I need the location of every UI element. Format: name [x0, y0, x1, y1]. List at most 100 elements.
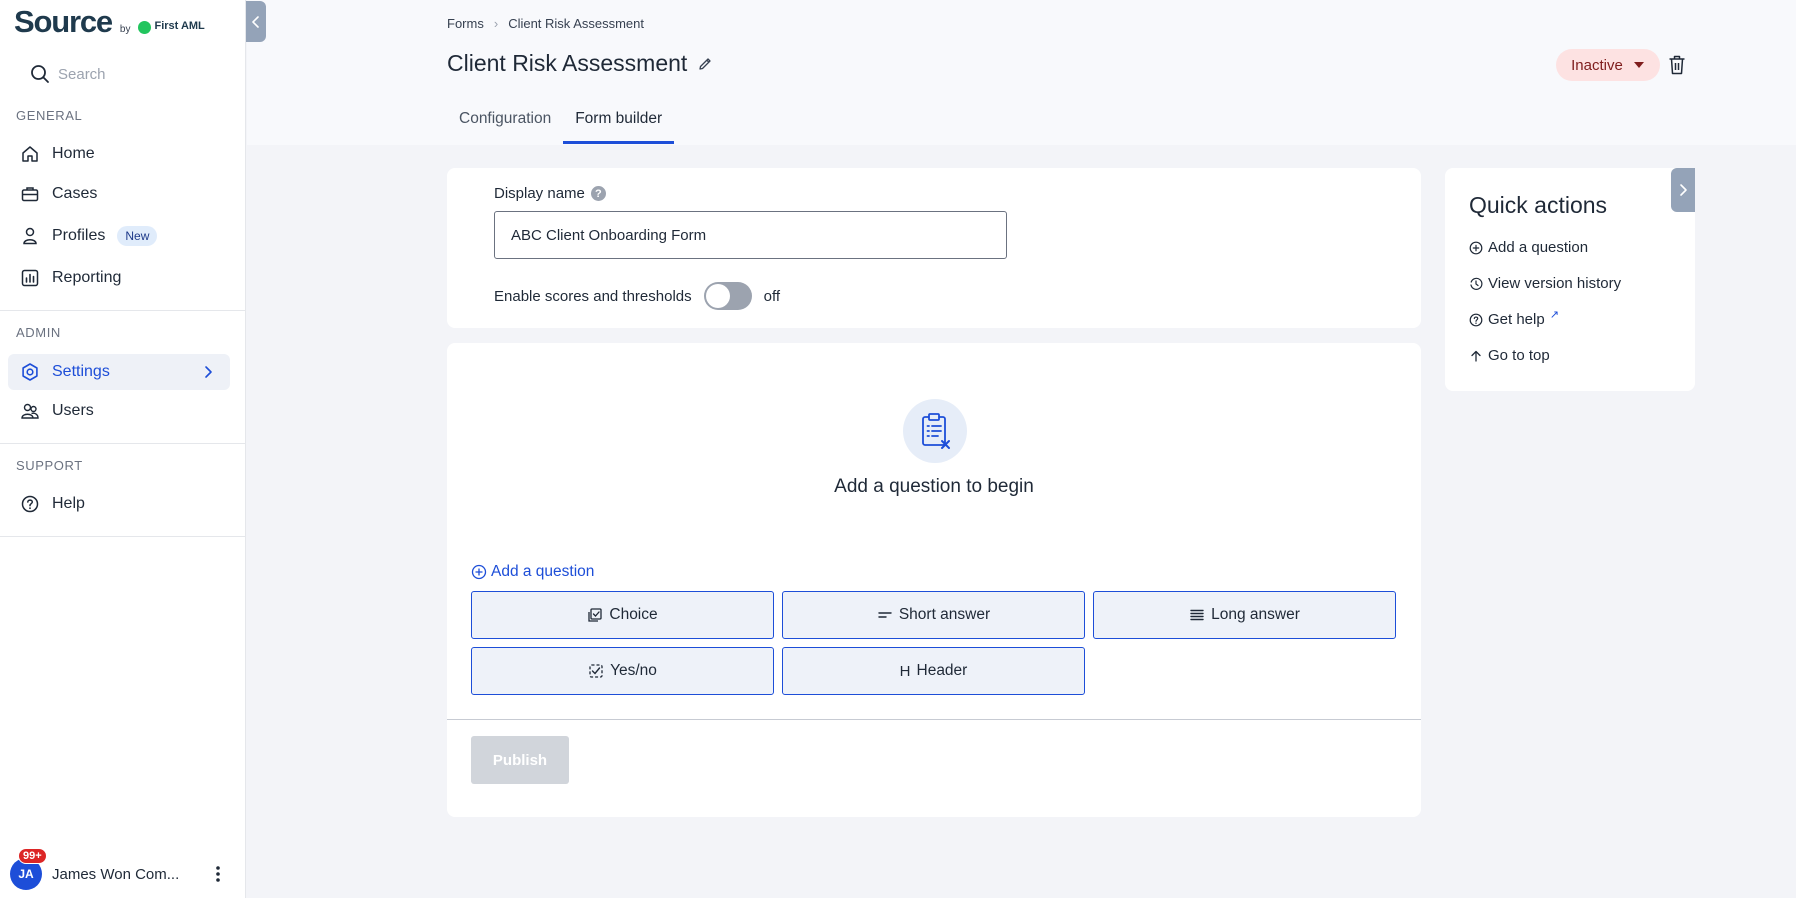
- sidebar-item-home[interactable]: Home: [8, 136, 230, 172]
- pencil-icon[interactable]: [697, 56, 713, 72]
- brand-logo[interactable]: Source by First AML: [14, 4, 205, 40]
- breadcrumb-separator-icon: ›: [493, 16, 499, 31]
- clipboard-empty-icon: [922, 413, 950, 449]
- brand-company: First AML: [138, 19, 205, 34]
- sidebar-item-users[interactable]: Users: [8, 393, 230, 429]
- question-type-label: Header: [916, 662, 968, 679]
- quick-action-go-to-top[interactable]: Go to top: [1469, 347, 1550, 364]
- question-type-long-answer-button[interactable]: Long answer: [1093, 591, 1396, 639]
- display-name-input[interactable]: [494, 211, 1007, 259]
- choice-icon: [588, 608, 603, 622]
- question-type-label: Long answer: [1211, 606, 1300, 623]
- chevron-right-icon: [1680, 184, 1687, 196]
- scores-toggle-row: Enable scores and thresholds off: [494, 282, 780, 310]
- brand-by: by: [119, 24, 131, 35]
- question-type-header-button[interactable]: H Header: [782, 647, 1085, 695]
- sidebar-item-label: Users: [52, 402, 94, 419]
- trash-icon[interactable]: [1667, 54, 1687, 76]
- page-title-text: Client Risk Assessment: [447, 50, 688, 76]
- notification-badge: 99+: [18, 848, 47, 864]
- quick-action-version-history[interactable]: View version history: [1469, 275, 1621, 292]
- home-icon: [22, 146, 38, 162]
- add-question-label: Add a question: [491, 563, 595, 580]
- question-type-label: Yes/no: [610, 662, 657, 679]
- question-type-label: Choice: [609, 606, 658, 623]
- history-icon: [1470, 277, 1483, 290]
- tab-configuration[interactable]: Configuration: [447, 104, 563, 144]
- search-placeholder: Search: [58, 65, 106, 83]
- nav-section-admin: ADMIN: [16, 325, 61, 340]
- nav-section-support: SUPPORT: [16, 458, 83, 473]
- user-menu[interactable]: JA 99+ James Won Com...: [10, 848, 236, 890]
- sidebar-collapse-button[interactable]: [246, 1, 266, 42]
- quick-action-add-question[interactable]: Add a question: [1469, 239, 1588, 256]
- sidebar-item-cases[interactable]: Cases: [8, 176, 230, 212]
- quick-actions-collapse-button[interactable]: [1671, 168, 1695, 212]
- breadcrumb-forms[interactable]: Forms: [447, 16, 484, 31]
- display-name-label: Display name ?: [494, 185, 606, 202]
- short-answer-icon: [878, 612, 892, 618]
- builder-footer-divider: [447, 719, 1421, 720]
- quick-action-label: Get help: [1488, 311, 1545, 328]
- quick-actions-title: Quick actions: [1469, 192, 1608, 218]
- breadcrumb: Forms › Client Risk Assessment: [447, 16, 644, 31]
- briefcase-icon: [21, 187, 39, 202]
- page-header: Forms › Client Risk Assessment Client Ri…: [247, 0, 1796, 145]
- sidebar: Source by First AML Search GENERAL Home …: [0, 0, 246, 898]
- quick-action-label: View version history: [1488, 275, 1622, 292]
- search-input[interactable]: Search: [14, 56, 232, 92]
- header-icon: H: [899, 662, 911, 680]
- first-aml-logo-icon: [138, 21, 152, 34]
- sidebar-item-label: Cases: [52, 185, 98, 202]
- plus-circle-icon: [1469, 241, 1483, 254]
- brand-name: Source: [14, 4, 113, 39]
- chart-icon: [21, 269, 39, 287]
- sidebar-divider: [0, 536, 246, 537]
- sidebar-item-profiles[interactable]: Profiles New: [8, 218, 230, 254]
- status-label: Inactive: [1571, 56, 1623, 74]
- status-dropdown[interactable]: Inactive: [1556, 49, 1660, 81]
- sidebar-item-help[interactable]: Help: [8, 486, 230, 522]
- form-settings-card: Display name ? Enable scores and thresho…: [447, 168, 1421, 328]
- scores-toggle-state: off: [763, 287, 781, 305]
- scores-toggle-label: Enable scores and thresholds: [494, 287, 692, 305]
- display-name-label-text: Display name: [494, 185, 585, 202]
- page-title: Client Risk Assessment: [447, 50, 713, 77]
- form-builder-card: Add a question to begin Add a question C…: [447, 343, 1421, 817]
- publish-button[interactable]: Publish: [471, 736, 569, 784]
- plus-circle-icon: [471, 564, 487, 580]
- sidebar-item-label: Profiles: [52, 227, 106, 244]
- avatar-initials: JA: [18, 867, 34, 881]
- brand-company-name: First AML: [154, 19, 205, 32]
- long-answer-icon: [1190, 609, 1204, 621]
- sidebar-item-label: Home: [52, 145, 95, 162]
- help-tooltip-icon[interactable]: ?: [590, 186, 606, 201]
- quick-actions-panel: Quick actions Add a question View versio…: [1445, 168, 1695, 391]
- kebab-menu-icon[interactable]: [208, 864, 228, 884]
- tab-bar: Configuration Form builder: [447, 104, 675, 144]
- nav-section-general: GENERAL: [16, 108, 83, 123]
- quick-action-get-help[interactable]: Get help ↗: [1469, 309, 1559, 328]
- question-type-yes-no-button[interactable]: Yes/no: [471, 647, 774, 695]
- empty-state-icon-container: [903, 399, 967, 463]
- avatar[interactable]: JA 99+: [10, 848, 47, 890]
- chevron-right-icon: [205, 366, 212, 378]
- person-icon: [23, 227, 37, 245]
- scores-toggle[interactable]: [703, 282, 752, 310]
- gear-icon: [22, 363, 38, 381]
- sidebar-item-label: Settings: [52, 363, 110, 380]
- search-icon: [31, 65, 49, 83]
- external-link-icon: ↗: [1549, 309, 1559, 321]
- chevron-left-icon: [252, 15, 259, 28]
- user-name: James Won Com...: [52, 865, 180, 883]
- sidebar-item-reporting[interactable]: Reporting: [8, 260, 230, 296]
- tab-form-builder[interactable]: Form builder: [563, 104, 675, 144]
- sidebar-divider: [0, 310, 246, 311]
- yes-no-icon: [589, 664, 603, 678]
- sidebar-divider: [0, 443, 246, 444]
- question-type-short-answer-button[interactable]: Short answer: [782, 591, 1085, 639]
- add-question-link[interactable]: Add a question: [471, 563, 594, 581]
- question-type-choice-button[interactable]: Choice: [471, 591, 774, 639]
- sidebar-item-settings[interactable]: Settings: [8, 354, 230, 390]
- sidebar-item-label: Help: [52, 495, 85, 512]
